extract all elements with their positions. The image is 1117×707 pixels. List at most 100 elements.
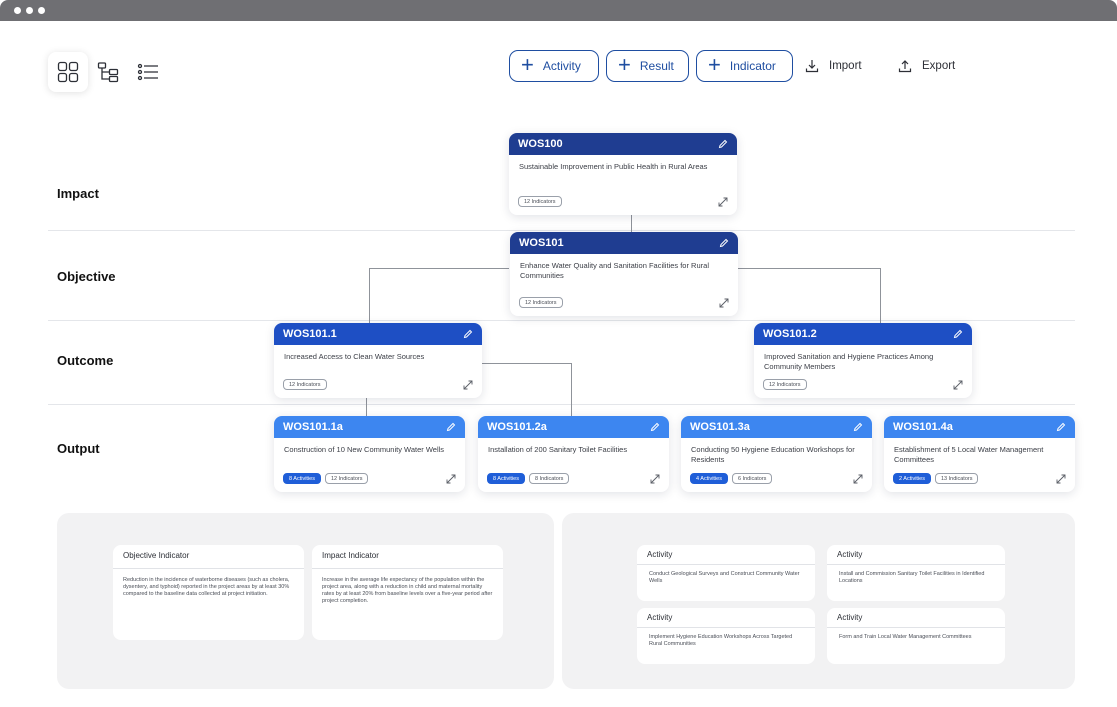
card-description: Increased Access to Clean Water Sources: [284, 352, 425, 361]
pencil-icon[interactable]: [463, 329, 473, 339]
pencil-icon[interactable]: [953, 329, 963, 339]
card-code: WOS101.1: [283, 328, 337, 340]
card-text: Reduction in the incidence of waterborne…: [123, 577, 290, 597]
indicators-badge[interactable]: 12 Indicators: [324, 473, 369, 484]
pencil-icon[interactable]: [650, 422, 660, 432]
card-text: Form and Train Local Water Management Co…: [839, 634, 972, 640]
indicator-panel: Objective Indicator Reduction in the inc…: [57, 513, 554, 689]
result-card-impact[interactable]: WOS100 Sustainable Improvement in Public…: [509, 133, 737, 215]
window-dot[interactable]: [26, 7, 33, 14]
expand-icon[interactable]: [953, 380, 963, 390]
window-dot[interactable]: [14, 7, 21, 14]
card-header: WOS101.2: [754, 323, 972, 345]
add-indicator-button[interactable]: + Indicator: [696, 50, 793, 82]
card-code: WOS101.3a: [690, 421, 750, 433]
card-title: Activity: [827, 608, 1005, 628]
indicators-badge[interactable]: 12 Indicators: [763, 379, 807, 390]
upload-icon: [898, 60, 912, 73]
export-button[interactable]: Export: [898, 56, 955, 76]
card-code: WOS101.4a: [893, 421, 953, 433]
pencil-icon[interactable]: [853, 422, 863, 432]
card-code: WOS101: [519, 237, 564, 249]
card-footer: 4 Activities 6 Indicators: [690, 473, 863, 484]
card-footer: 8 Activities 12 Indicators: [283, 473, 456, 484]
level-outcome-label: Outcome: [57, 353, 114, 368]
result-card-outcome[interactable]: WOS101.1 Increased Access to Clean Water…: [274, 323, 482, 398]
pencil-icon[interactable]: [719, 238, 729, 248]
pencil-icon[interactable]: [1056, 422, 1066, 432]
level-objective-label: Objective: [57, 269, 116, 284]
expand-icon[interactable]: [719, 298, 729, 308]
activities-badge[interactable]: 8 Activities: [283, 473, 321, 484]
card-code: WOS101.2: [763, 328, 817, 340]
plus-icon: +: [521, 52, 534, 77]
import-label: Import: [829, 60, 862, 72]
activity-card[interactable]: Activity Conduct Geological Surveys and …: [637, 545, 815, 601]
indicators-badge[interactable]: 8 Indicators: [528, 473, 570, 484]
indicators-badge[interactable]: 12 Indicators: [283, 379, 327, 390]
expand-icon[interactable]: [718, 197, 728, 207]
tree-view-icon: [97, 62, 119, 83]
activities-badge[interactable]: 2 Activities: [893, 473, 931, 484]
level-output-label: Output: [57, 441, 100, 456]
plus-icon: +: [708, 52, 721, 77]
add-activity-label: Activity: [542, 59, 581, 73]
impact-indicator-card[interactable]: Impact Indicator Increase in the average…: [312, 545, 503, 640]
card-code: WOS100: [518, 138, 563, 150]
card-header: WOS100: [509, 133, 737, 155]
grid-view-button[interactable]: [48, 52, 88, 92]
tree-view-button[interactable]: [88, 52, 128, 92]
objective-indicator-card[interactable]: Objective Indicator Reduction in the inc…: [113, 545, 304, 640]
connector-line: [880, 268, 881, 324]
activity-card[interactable]: Activity Install and Commission Sanitary…: [827, 545, 1005, 601]
card-header: WOS101.4a: [884, 416, 1075, 438]
card-code: WOS101.2a: [487, 421, 547, 433]
activities-badge[interactable]: 4 Activities: [690, 473, 728, 484]
expand-icon[interactable]: [853, 474, 863, 484]
connector-line: [482, 363, 572, 364]
activity-card[interactable]: Activity Form and Train Local Water Mana…: [827, 608, 1005, 664]
add-result-button[interactable]: + Result: [606, 50, 689, 82]
expand-icon[interactable]: [463, 380, 473, 390]
activities-badge[interactable]: 8 Activities: [487, 473, 525, 484]
divider: [48, 230, 1075, 231]
pencil-icon[interactable]: [446, 422, 456, 432]
import-button[interactable]: Import: [805, 56, 862, 76]
result-card-output[interactable]: WOS101.2a Installation of 200 Sanitary T…: [478, 416, 669, 492]
card-title: Impact Indicator: [312, 545, 503, 569]
grid-view-icon: [57, 61, 79, 83]
card-code: WOS101.1a: [283, 421, 343, 433]
card-text: Conduct Geological Surveys and Construct…: [649, 571, 800, 584]
result-card-output[interactable]: WOS101.4a Establishment of 5 Local Water…: [884, 416, 1075, 492]
list-view-button[interactable]: [128, 52, 168, 92]
indicators-badge[interactable]: 12 Indicators: [518, 196, 562, 207]
card-footer: 12 Indicators: [518, 196, 728, 207]
result-card-objective[interactable]: WOS101 Enhance Water Quality and Sanitat…: [510, 232, 738, 316]
indicators-badge[interactable]: 6 Indicators: [731, 473, 773, 484]
expand-icon[interactable]: [1056, 474, 1066, 484]
expand-icon[interactable]: [446, 474, 456, 484]
connector-line: [571, 363, 572, 416]
card-footer: 12 Indicators: [283, 379, 473, 390]
indicators-badge[interactable]: 13 Indicators: [934, 473, 979, 484]
add-result-label: Result: [639, 59, 674, 73]
card-title: Objective Indicator: [113, 545, 304, 569]
indicators-badge[interactable]: 12 Indicators: [519, 297, 563, 308]
result-card-outcome[interactable]: WOS101.2 Improved Sanitation and Hygiene…: [754, 323, 972, 398]
card-header: WOS101: [510, 232, 738, 254]
list-view-icon: [137, 63, 158, 81]
expand-icon[interactable]: [650, 474, 660, 484]
result-card-output[interactable]: WOS101.3a Conducting 50 Hygiene Educatio…: [681, 416, 872, 492]
connector-line: [369, 268, 509, 269]
window-dot[interactable]: [38, 7, 45, 14]
card-footer: 12 Indicators: [763, 379, 963, 390]
result-card-output[interactable]: WOS101.1a Construction of 10 New Communi…: [274, 416, 465, 492]
pencil-icon[interactable]: [718, 139, 728, 149]
card-description: Enhance Water Quality and Sanitation Fac…: [520, 261, 709, 280]
connector-line: [737, 268, 881, 269]
divider: [48, 320, 1075, 321]
divider: [48, 404, 1075, 405]
activity-card[interactable]: Activity Implement Hygiene Education Wor…: [637, 608, 815, 664]
download-icon: [805, 60, 819, 73]
add-activity-button[interactable]: + Activity: [509, 50, 599, 82]
